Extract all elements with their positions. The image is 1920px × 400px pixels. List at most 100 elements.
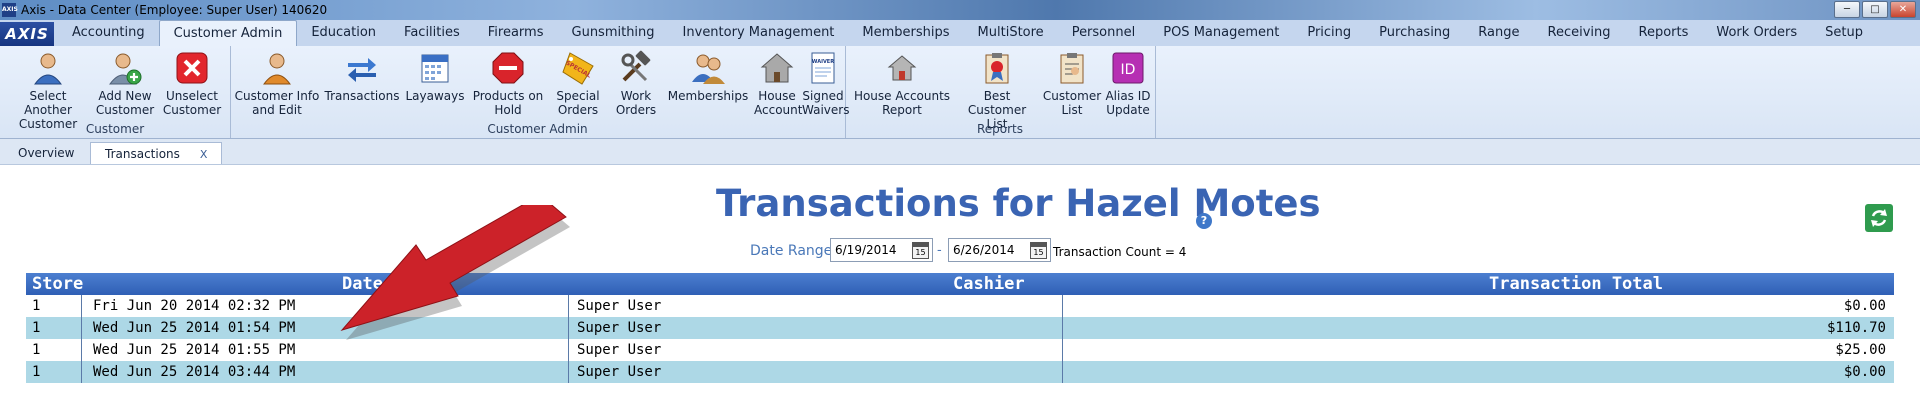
menu-bar: AXIS Accounting Customer Admin Education Fa… — [0, 20, 1920, 47]
menu-tabs: Accounting Customer Admin Education Facilit… — [58, 20, 1877, 46]
menu-tab-facilities[interactable]: Facilities — [390, 20, 474, 46]
date-to-input[interactable]: 6/26/2014 15 — [948, 238, 1051, 262]
column-divider — [81, 339, 82, 361]
table-row[interactable]: 1 Fri Jun 20 2014 02:32 PM Super User $0.00 — [26, 295, 1894, 317]
column-divider — [1062, 339, 1063, 361]
add-new-customer-button[interactable]: Add New Customer — [92, 50, 158, 117]
signed-waivers-button[interactable]: WAIVER Signed Waivers — [802, 50, 849, 117]
alias-id-update-button[interactable]: ID Alias ID Update — [1103, 50, 1153, 117]
menu-tab-firearms[interactable]: Firearms — [474, 20, 558, 46]
menu-tab-customer-admin[interactable]: Customer Admin — [158, 20, 298, 46]
menu-tab-personnel[interactable]: Personnel — [1058, 20, 1150, 46]
help-icon[interactable]: ? — [1196, 213, 1212, 229]
page-title: Transactions for Hazel Motes — [716, 182, 1321, 225]
table-row[interactable]: 1 Wed Jun 25 2014 01:55 PM Super User $25.0… — [26, 339, 1894, 361]
column-divider — [81, 361, 82, 383]
unselect-customer-button[interactable]: Unselect Customer — [158, 50, 226, 117]
column-divider — [81, 317, 82, 339]
menu-tab-work-orders[interactable]: Work Orders — [1702, 20, 1811, 46]
close-red-icon — [174, 50, 210, 86]
menu-tab-range[interactable]: Range — [1464, 20, 1533, 46]
special-tag-icon: SPECIAL — [560, 50, 596, 86]
axis-logo[interactable]: AXIS — [0, 22, 54, 46]
table-row[interactable]: 1 Wed Jun 25 2014 01:54 PM Super User $110.… — [26, 317, 1894, 339]
person-icon — [30, 50, 66, 86]
award-clipboard-icon — [979, 50, 1015, 86]
minimize-button[interactable]: ─ — [1834, 1, 1860, 18]
column-divider — [568, 339, 569, 361]
customer-info-edit-button[interactable]: Customer Info and Edit — [234, 50, 320, 117]
ribbon-group-customer: Select Another Customer Add New Customer… — [0, 46, 231, 138]
work-orders-button[interactable]: Work Orders — [608, 50, 664, 117]
menu-tab-pricing[interactable]: Pricing — [1293, 20, 1365, 46]
house-icon — [759, 50, 795, 86]
menu-tab-memberships[interactable]: Memberships — [848, 20, 963, 46]
clipboard-list-icon — [1054, 50, 1090, 86]
group-label-customer: Customer — [85, 122, 145, 136]
calendar-icon[interactable]: 15 — [912, 242, 929, 259]
people-group-icon — [690, 50, 726, 86]
menu-tab-purchasing[interactable]: Purchasing — [1365, 20, 1464, 46]
customer-list-button[interactable]: Customer List — [1041, 50, 1103, 117]
date-from-input[interactable]: 6/19/2014 15 — [830, 238, 933, 262]
menu-tab-reports[interactable]: Reports — [1625, 20, 1703, 46]
maximize-button[interactable]: □ — [1862, 1, 1888, 18]
cell-store: 1 — [32, 364, 41, 380]
menu-tab-setup[interactable]: Setup — [1811, 20, 1877, 46]
menu-tab-inventory-management[interactable]: Inventory Management — [669, 20, 849, 46]
cell-cashier: Super User — [577, 364, 662, 380]
cell-cashier: Super User — [577, 342, 662, 358]
house-report-icon — [884, 50, 920, 86]
menu-tab-receiving[interactable]: Receiving — [1534, 20, 1625, 46]
house-accounts-report-button[interactable]: House Accounts Report — [851, 50, 953, 117]
best-customer-list-button[interactable]: Best Customer List — [955, 50, 1039, 131]
group-label-reports: Reports — [976, 122, 1024, 136]
ribbon-group-customer-admin: Customer Info and Edit Transactions Laya… — [230, 46, 849, 138]
transactions-button[interactable]: Transactions — [322, 50, 402, 103]
special-orders-button[interactable]: SPECIAL Special Orders — [548, 50, 608, 117]
layaways-button[interactable]: Layaways — [402, 50, 468, 103]
menu-tab-multistore[interactable]: MultiStore — [964, 20, 1058, 46]
menu-tab-gunsmithing[interactable]: Gunsmithing — [558, 20, 669, 46]
ribbon-group-reports: House Accounts Report Best Customer List… — [845, 46, 1156, 138]
table-body: 1 Fri Jun 20 2014 02:32 PM Super User $0.00… — [26, 295, 1894, 383]
cell-total: $0.00 — [1843, 364, 1886, 380]
cell-date: Wed Jun 25 2014 01:54 PM — [93, 320, 296, 336]
header-total[interactable]: Transaction Total — [1489, 273, 1663, 295]
column-divider — [568, 317, 569, 339]
calendar-icon — [417, 50, 453, 86]
calendar-icon[interactable]: 15 — [1030, 242, 1047, 259]
header-date[interactable]: Date/Time — [342, 273, 434, 295]
stop-sign-icon — [490, 50, 526, 86]
column-divider — [1062, 317, 1063, 339]
transaction-count: Transaction Count = 4 — [1053, 245, 1187, 259]
cell-total: $0.00 — [1843, 298, 1886, 314]
add-person-icon — [107, 50, 143, 86]
date-separator: - — [937, 243, 942, 258]
svg-text:WAIVER: WAIVER — [812, 59, 834, 65]
close-window-button[interactable]: ✕ — [1890, 1, 1916, 18]
menu-tab-accounting[interactable]: Accounting — [58, 20, 159, 46]
menu-tab-education[interactable]: Education — [297, 20, 390, 46]
table-row[interactable]: 1 Wed Jun 25 2014 03:44 PM Super User $0.00 — [26, 361, 1894, 383]
house-account-button[interactable]: House Account — [754, 50, 802, 117]
transactions-table: Store Date/Time Cashier Transaction Tota… — [26, 273, 1894, 383]
cell-store: 1 — [32, 298, 41, 314]
tab-transactions[interactable]: Transactions X — [90, 142, 223, 164]
select-another-customer-button[interactable]: Select Another Customer — [4, 50, 92, 131]
document-waiver-icon: WAIVER — [805, 50, 841, 86]
window-title-bar: AXIS Axis - Data Center (Employee: Super… — [0, 0, 1920, 20]
header-cashier[interactable]: Cashier — [953, 273, 1025, 295]
ribbon: Select Another Customer Add New Customer… — [0, 46, 1920, 139]
memberships-button[interactable]: Memberships — [664, 50, 752, 103]
header-store[interactable]: Store — [32, 273, 83, 295]
close-tab-icon[interactable]: X — [200, 148, 208, 161]
refresh-button[interactable] — [1865, 204, 1893, 232]
products-on-hold-button[interactable]: Products on Hold — [468, 50, 548, 117]
cell-store: 1 — [32, 342, 41, 358]
menu-tab-pos-management[interactable]: POS Management — [1149, 20, 1293, 46]
column-divider — [568, 361, 569, 383]
cell-date: Fri Jun 20 2014 02:32 PM — [93, 298, 296, 314]
cell-total: $25.00 — [1835, 342, 1886, 358]
tab-overview[interactable]: Overview — [4, 142, 89, 164]
